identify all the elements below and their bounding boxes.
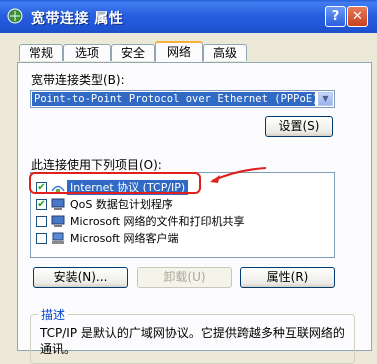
highlight-box — [29, 172, 201, 194]
help-button[interactable]: ? — [325, 6, 346, 27]
list-item-file-sharing[interactable]: Microsoft 网络的文件和打印机共享 — [33, 213, 332, 230]
tab-options[interactable]: 选项 — [63, 44, 111, 61]
checkbox-file-sharing[interactable] — [36, 216, 47, 227]
window-title: 宽带连接 属性 — [31, 11, 124, 27]
annotation-arrow-icon — [210, 167, 267, 183]
uninstall-button[interactable]: 卸载(U) — [137, 267, 232, 288]
list-item-client[interactable]: Microsoft 网络客户端 — [33, 230, 332, 247]
components-label: 此连接使用下列项目(O): — [31, 158, 162, 172]
list-item-label: QoS 数据包计划程序 — [70, 198, 173, 211]
list-item-qos[interactable]: ✔ QoS 数据包计划程序 — [33, 196, 332, 213]
tab-network[interactable]: 网络 — [155, 41, 203, 62]
tab-advanced[interactable]: 高级 — [203, 44, 247, 61]
network-client-icon — [52, 232, 64, 244]
title-bar[interactable]: 宽带连接 属性 ? ✕ — [0, 0, 377, 33]
network-service-icon — [51, 198, 65, 210]
list-item-label: Microsoft 网络客户端 — [70, 232, 179, 245]
tab-security[interactable]: 安全 — [111, 44, 155, 61]
checkbox-client[interactable] — [36, 233, 47, 244]
description-text: TCP/IP 是默认的广域网协议。它提供跨越多种互联网络的通讯。 — [40, 326, 345, 356]
properties-window: 宽带连接 属性 ? ✕ 常规 选项 安全 网络 高级 宽带连接类型(B): Po… — [0, 0, 377, 364]
connection-type-label: 宽带连接类型(B): — [31, 73, 125, 87]
properties-button[interactable]: 属性(R) — [240, 267, 335, 288]
connection-type-value: Point-to-Point Protocol over Ethernet (P… — [32, 92, 315, 106]
checkbox-qos[interactable]: ✔ — [36, 199, 47, 210]
connection-icon — [7, 8, 23, 24]
list-item-label: Microsoft 网络的文件和打印机共享 — [70, 215, 245, 228]
install-button[interactable]: 安装(N)... — [33, 267, 128, 288]
close-button[interactable]: ✕ — [347, 6, 368, 27]
network-service-icon — [51, 215, 65, 227]
tab-general[interactable]: 常规 — [19, 44, 63, 61]
chevron-down-icon[interactable]: ▼ — [318, 92, 333, 106]
connection-type-select[interactable]: Point-to-Point Protocol over Ethernet (P… — [30, 90, 335, 108]
settings-button[interactable]: 设置(S) — [265, 116, 333, 137]
description-title: 描述 — [38, 306, 69, 323]
